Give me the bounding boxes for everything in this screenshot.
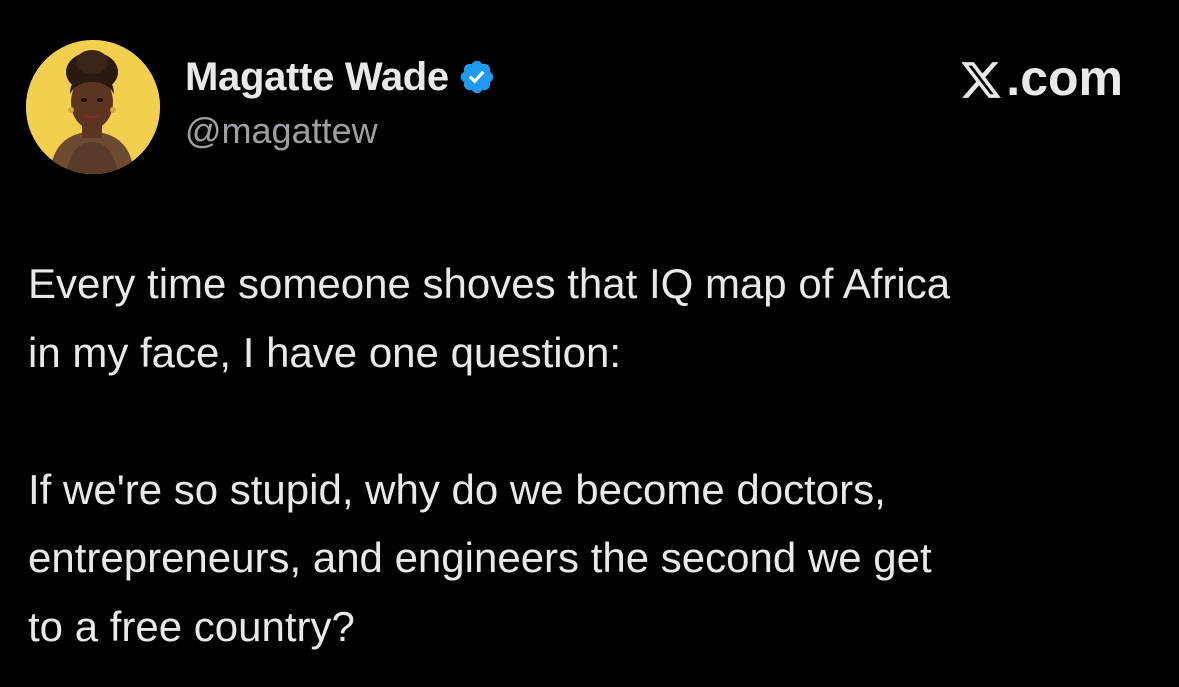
tweet-line: to a free country? bbox=[28, 602, 355, 650]
author-handle[interactable]: @magattew bbox=[185, 110, 378, 152]
tweet-line: If we're so stupid, why do we become doc… bbox=[28, 465, 886, 513]
tweet-text: Every time someone shoves that IQ map of… bbox=[28, 250, 1158, 661]
tweet-line: entrepreneurs, and engineers the second … bbox=[28, 534, 932, 581]
tweet-line: in my face, I have one question: bbox=[28, 328, 622, 376]
brand-watermark: .com bbox=[958, 50, 1123, 106]
author-name-row: Magatte Wade bbox=[185, 55, 496, 99]
verified-badge-icon bbox=[458, 58, 496, 96]
x-logo-icon bbox=[958, 56, 1004, 100]
tweet-line: Every time someone shoves that IQ map of… bbox=[28, 260, 951, 307]
author-display-name[interactable]: Magatte Wade bbox=[185, 55, 449, 100]
profile-avatar[interactable] bbox=[26, 40, 160, 174]
brand-label: .com bbox=[1006, 50, 1123, 106]
